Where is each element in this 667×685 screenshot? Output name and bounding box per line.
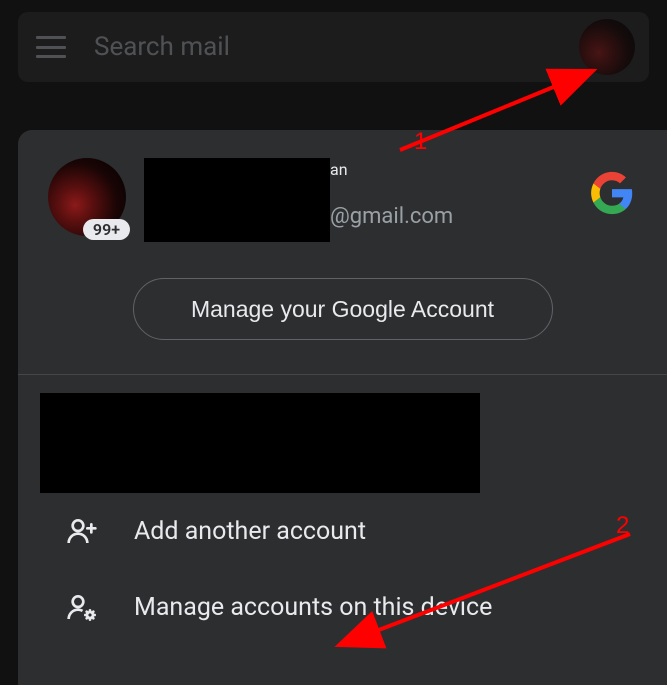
add-another-account-item[interactable]: Add another account — [18, 493, 667, 569]
hamburger-menu-icon[interactable] — [36, 36, 66, 58]
account-name: an — [330, 160, 348, 179]
search-bar[interactable]: Search mail — [18, 12, 649, 82]
menu-item-label: Add another account — [134, 517, 366, 546]
manage-accounts-device-item[interactable]: Manage accounts on this device — [18, 569, 667, 645]
avatar-container: 99+ — [48, 158, 126, 236]
account-panel: 99+ an @gmail.com Manage your Google Acc… — [18, 130, 667, 685]
unread-badge: 99+ — [83, 219, 130, 240]
menu-item-label: Manage accounts on this device — [134, 593, 492, 622]
redaction-block — [40, 393, 480, 493]
google-logo-icon — [589, 170, 635, 216]
annotation-label-2: 2 — [616, 512, 629, 540]
annotation-label-1: 1 — [414, 128, 427, 156]
person-add-icon — [64, 515, 100, 547]
search-input[interactable]: Search mail — [94, 32, 579, 62]
redaction-block — [144, 158, 330, 242]
manage-google-account-button[interactable]: Manage your Google Account — [133, 278, 553, 340]
person-gear-icon — [64, 591, 100, 623]
divider — [18, 374, 667, 375]
profile-avatar-small[interactable] — [579, 19, 635, 75]
current-account-header[interactable]: 99+ an @gmail.com — [18, 158, 667, 236]
account-email: @gmail.com — [330, 204, 453, 229]
